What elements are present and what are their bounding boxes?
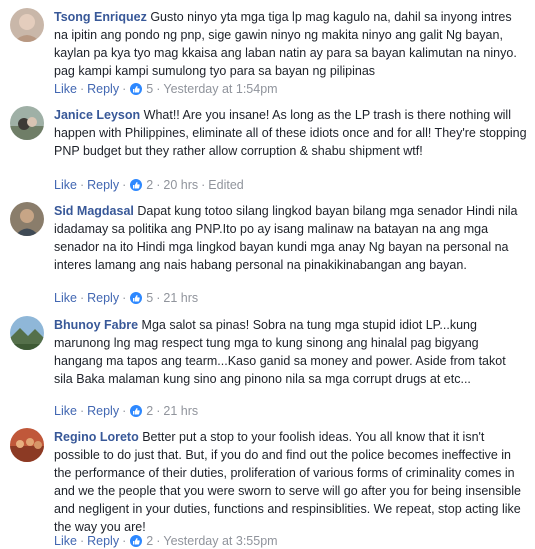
like-reaction-icon[interactable] (129, 82, 144, 96)
edited-label[interactable]: Edited (208, 178, 243, 192)
comment-author[interactable]: Tsong Enriquez (54, 10, 147, 24)
comment-author[interactable]: Bhunoy Fabre (54, 318, 138, 332)
comment-actions: Like · Reply · 5 · 21 hrs (54, 291, 199, 305)
comment-actions: Like · Reply · 5 · Yesterday at 1:54pm (54, 82, 278, 96)
comment-body: Regino Loreto Better put a stop to your … (54, 428, 527, 536)
reply-button[interactable]: Reply (87, 404, 119, 418)
comment-timestamp[interactable]: Yesterday at 1:54pm (163, 82, 277, 96)
reply-button[interactable]: Reply (87, 178, 119, 192)
comment-timestamp[interactable]: 21 hrs (163, 404, 198, 418)
comment-author[interactable]: Sid Magdasal (54, 204, 134, 218)
comment-text: Better put a stop to your foolish ideas.… (54, 430, 521, 534)
comment-timestamp[interactable]: 21 hrs (163, 291, 198, 305)
comment-timestamp[interactable]: 20 hrs (163, 178, 198, 192)
avatar[interactable] (10, 428, 44, 462)
comment-timestamp[interactable]: Yesterday at 3:55pm (163, 534, 277, 548)
comment-body: Janice Leyson What!! Are you insane! As … (54, 106, 527, 160)
like-reaction-icon[interactable] (129, 178, 144, 192)
avatar[interactable] (10, 202, 44, 236)
like-button[interactable]: Like (54, 291, 77, 305)
like-button[interactable]: Like (54, 404, 77, 418)
comment-body: Sid Magdasal Dapat kung totoo silang lin… (54, 202, 527, 274)
reply-button[interactable]: Reply (87, 82, 119, 96)
comment-actions: Like · Reply · 2 · 21 hrs (54, 404, 199, 418)
reply-button[interactable]: Reply (87, 534, 119, 548)
like-reaction-icon[interactable] (129, 404, 144, 418)
comment-body: Tsong Enriquez Gusto ninyo yta mga tiga … (54, 8, 527, 80)
reply-button[interactable]: Reply (87, 291, 119, 305)
comment-author[interactable]: Janice Leyson (54, 108, 140, 122)
avatar[interactable] (10, 106, 44, 140)
like-button[interactable]: Like (54, 534, 77, 548)
comment-author[interactable]: Regino Loreto (54, 430, 139, 444)
comment-actions: Like · Reply · 2 · 20 hrs · Edited (54, 178, 244, 192)
like-reaction-icon[interactable] (129, 534, 144, 548)
comment-actions: Like · Reply · 2 · Yesterday at 3:55pm (54, 534, 278, 548)
like-button[interactable]: Like (54, 82, 77, 96)
comment-body: Bhunoy Fabre Mga salot sa pinas! Sobra n… (54, 316, 527, 388)
like-button[interactable]: Like (54, 178, 77, 192)
avatar[interactable] (10, 8, 44, 42)
avatar[interactable] (10, 316, 44, 350)
like-reaction-icon[interactable] (129, 291, 144, 305)
